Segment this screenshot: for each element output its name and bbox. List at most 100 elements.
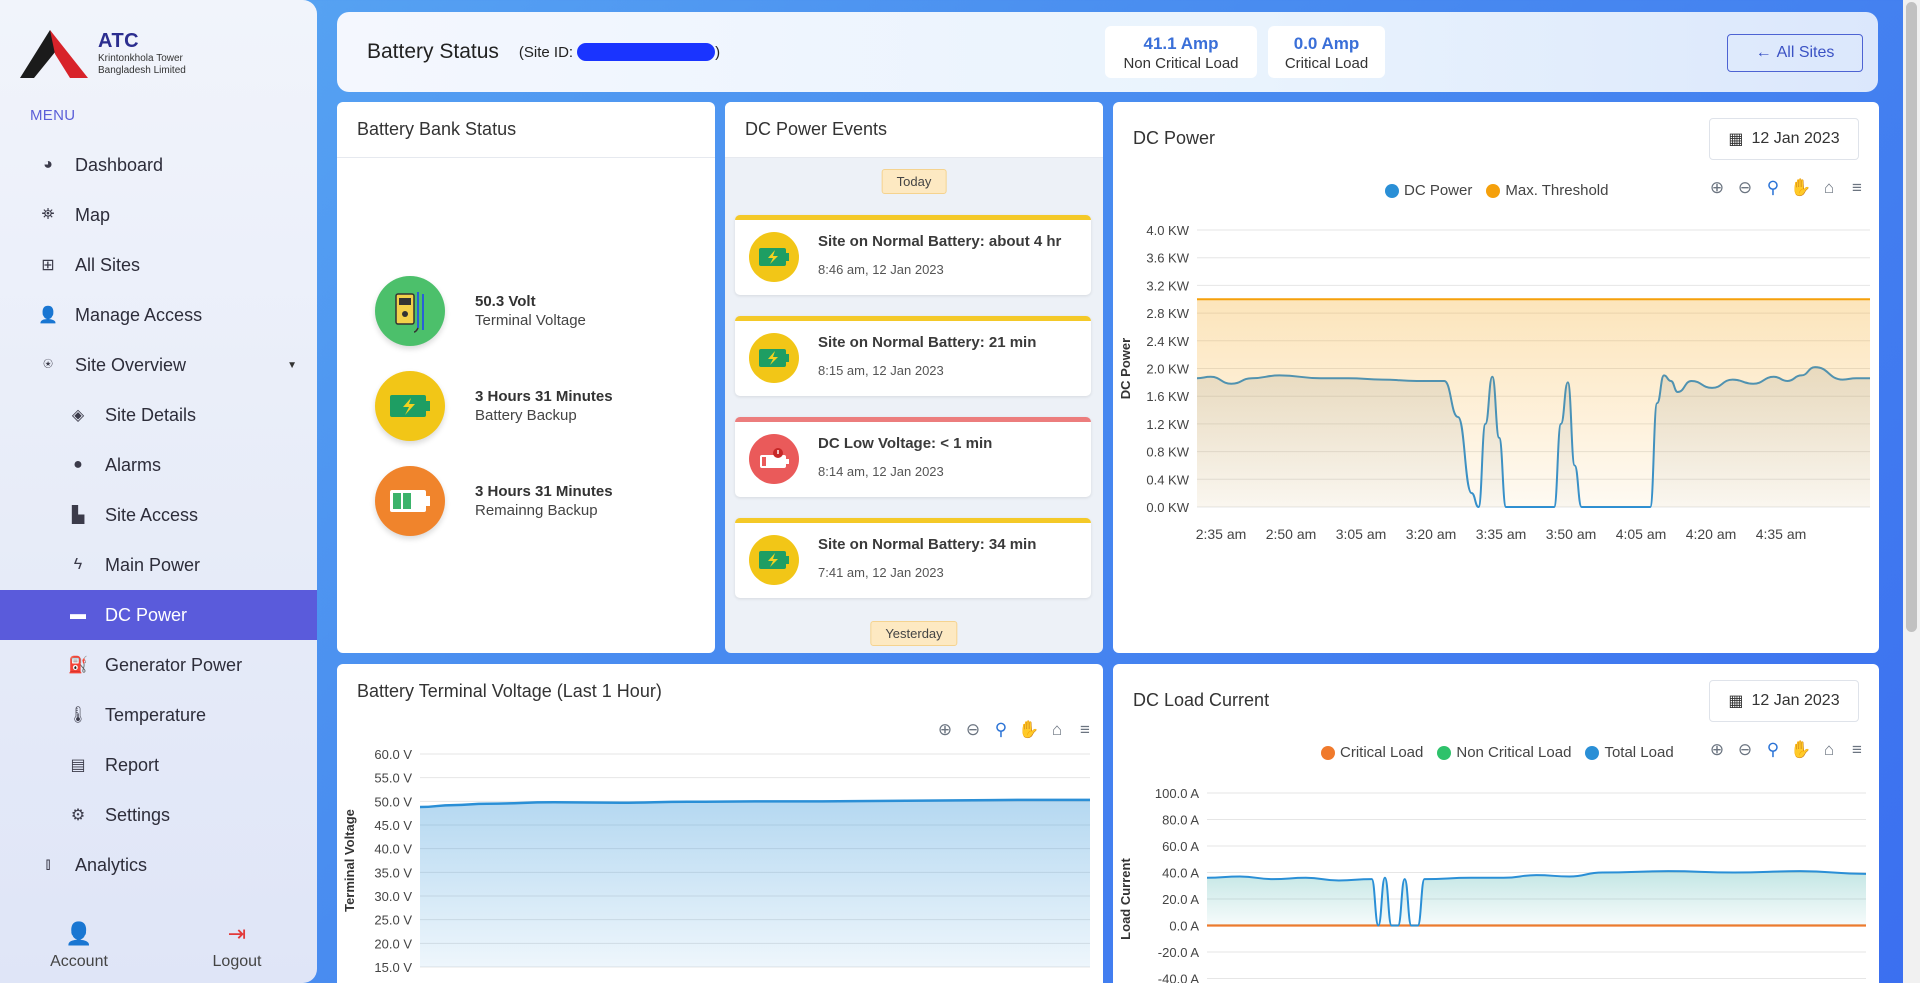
- y-tick-label: 15.0 V: [374, 960, 412, 975]
- y-axis-label: Terminal Voltage: [342, 809, 357, 912]
- sidebar-item-label: Dashboard: [75, 154, 164, 175]
- y-tick-label: 20.0 A: [1162, 892, 1199, 907]
- battery-charging-icon: [749, 333, 799, 383]
- y-tick-label: 55.0 V: [374, 771, 412, 786]
- sidebar-item-map[interactable]: ⛯ Map: [0, 190, 317, 240]
- logout-label: Logout: [212, 953, 262, 970]
- menu-label: MENU: [30, 107, 76, 124]
- critical-load-value: 0.0 Amp: [1293, 34, 1360, 53]
- sidebar-item-alarms[interactable]: ● Alarms: [0, 440, 317, 490]
- y-tick-label: 25.0 V: [374, 913, 412, 928]
- sidebar-item-dashboard[interactable]: ◕ Dashboard: [0, 140, 317, 190]
- y-tick-label: 4.0 KW: [1146, 223, 1189, 238]
- pie-chart-icon: ◕: [43, 156, 53, 173]
- battery-stat-value: 3 Hours 31 Minutes: [475, 483, 613, 500]
- event-card[interactable]: Site on Normal Battery: 34 min 7:41 am, 1…: [735, 518, 1091, 598]
- x-tick-label: 4:05 am: [1616, 526, 1667, 542]
- site-id-suffix: ): [715, 43, 721, 61]
- sidebar-item-label: Site Access: [105, 504, 199, 525]
- chart-line-icon: ⫾: [45, 856, 51, 873]
- user-icon: 👤: [65, 921, 93, 946]
- x-tick-label: 2:50 am: [1266, 526, 1317, 542]
- y-tick-label: 40.0 V: [374, 842, 412, 857]
- battery-level-icon: [375, 466, 445, 536]
- sidebar-item-site-details[interactable]: ◈ Site Details: [0, 390, 317, 440]
- logo-sub-1: Krintonkhola Tower: [98, 53, 183, 64]
- y-tick-label: 3.2 KW: [1146, 278, 1189, 293]
- sitemap-icon: ⊞: [41, 257, 55, 274]
- y-tick-label: 0.8 KW: [1146, 445, 1189, 460]
- battery-stat-value: 3 Hours 31 Minutes: [475, 388, 613, 405]
- non-critical-load-value: 41.1 Amp: [1143, 34, 1219, 53]
- sidebar-item-label: Generator Power: [105, 654, 243, 675]
- battery-stat-label: Terminal Voltage: [475, 312, 586, 329]
- sidebar-item-report[interactable]: ▤ Report: [0, 740, 317, 790]
- y-tick-label: -40.0 A: [1158, 972, 1200, 983]
- y-tick-label: -20.0 A: [1158, 945, 1200, 960]
- dc-power-panel: DC Power ▦ 12 Jan 2023 DC Power Max. Thre…: [1113, 102, 1879, 653]
- page-scrollbar[interactable]: [1903, 0, 1920, 983]
- load-current-chart: -60.0 A-40.0 A-20.0 A0.0 A20.0 A40.0 A60…: [1118, 786, 1867, 983]
- y-tick-label: 0.0 KW: [1146, 500, 1189, 515]
- x-tick-label: 3:35 am: [1476, 526, 1527, 542]
- all-sites-label: All Sites: [1776, 44, 1835, 61]
- x-tick-label: 4:20 am: [1686, 526, 1737, 542]
- sidebar-item-main-power[interactable]: ϟ Main Power: [0, 540, 317, 590]
- sidebar-item-site-access[interactable]: ▙ Site Access: [0, 490, 317, 540]
- logo-title: ATC: [98, 30, 140, 52]
- y-axis-label: DC Power: [1118, 338, 1133, 399]
- y-tick-label: 2.4 KW: [1146, 334, 1189, 349]
- sidebar-item-analytics[interactable]: ⫾ Analytics: [0, 840, 317, 890]
- x-tick-label: 3:50 am: [1546, 526, 1597, 542]
- event-card[interactable]: Site on Normal Battery: about 4 hr 8:46 a…: [735, 215, 1091, 295]
- y-tick-label: 1.6 KW: [1146, 389, 1189, 404]
- sidebar-item-generator-power[interactable]: ⛽ Generator Power: [0, 640, 317, 690]
- sidebar-item-label: Site Overview: [75, 354, 187, 375]
- event-time: 7:41 am, 12 Jan 2023: [818, 565, 944, 580]
- sidebar-item-all-sites[interactable]: ⊞ All Sites: [0, 240, 317, 290]
- event-title: Site on Normal Battery: 34 min: [818, 536, 1037, 553]
- battery-bank-title: Battery Bank Status: [337, 102, 715, 158]
- logout-button[interactable]: ⇥ Logout: [158, 921, 316, 971]
- sidebar-item-label: Manage Access: [75, 304, 203, 325]
- sidebar-item-temperature[interactable]: 🌡 Temperature: [0, 690, 317, 740]
- y-tick-label: 80.0 A: [1162, 813, 1199, 828]
- scrollbar-thumb[interactable]: [1906, 2, 1917, 632]
- battery-charging-icon: [749, 535, 799, 585]
- sidebar-item-label: Main Power: [105, 554, 201, 575]
- non-critical-load-card: 41.1 Amp Non Critical Load: [1105, 26, 1257, 78]
- logo-sub-2: Bangladesh Limited: [98, 65, 186, 76]
- sidebar-item-settings[interactable]: ⚙ Settings: [0, 790, 317, 840]
- today-label: Today: [881, 169, 947, 194]
- atc-logo-icon: [20, 28, 88, 78]
- door-icon: ▙: [71, 507, 85, 524]
- series-area: [1197, 299, 1870, 507]
- event-title: DC Low Voltage: < 1 min: [818, 435, 993, 452]
- sidebar: ATC Krintonkhola Tower Bangladesh Limite…: [0, 0, 317, 983]
- y-axis-label: Load Current: [1118, 858, 1133, 940]
- y-tick-label: 20.0 V: [374, 936, 412, 951]
- all-sites-button[interactable]: ← All Sites: [1727, 34, 1863, 72]
- sidebar-item-dc-power[interactable]: ▬ DC Power: [0, 590, 317, 640]
- x-tick-label: 4:35 am: [1756, 526, 1807, 542]
- sidebar-item-site-overview[interactable]: ⍟ Site Overview ▼: [0, 340, 317, 390]
- sidebar-item-manage-access[interactable]: 👤 Manage Access: [0, 290, 317, 340]
- logo[interactable]: ATC Krintonkhola Tower Bangladesh Limite…: [20, 28, 186, 78]
- y-tick-label: 60.0 V: [374, 747, 412, 762]
- dc-power-chart: 0.0 KW 0.4 KW 0.8 KW 1.2 KW 1.6 KW 2.0 KW 2.4 …: [1118, 223, 1870, 542]
- sidebar-bottom: 👤 Account ⇥ Logout: [0, 921, 317, 971]
- file-icon: ▤: [70, 757, 86, 774]
- event-card[interactable]: DC Low Voltage: < 1 min 8:14 am, 12 Jan 2…: [735, 417, 1091, 497]
- y-tick-label: 1.2 KW: [1146, 417, 1189, 432]
- yesterday-label: Yesterday: [870, 621, 958, 646]
- sidebar-nav: ◕ Dashboard ⛯ Map ⊞ All Sites 👤 Manage Access ⍟ S…: [0, 140, 317, 890]
- battery-stat-item: 3 Hours 31 Minutes Battery Backup: [375, 371, 613, 441]
- event-card[interactable]: Site on Normal Battery: 21 min 8:15 am, 1…: [735, 316, 1091, 396]
- tower-broadcast-icon: ⍟: [43, 356, 53, 373]
- battery-stat-label: Battery Backup: [475, 407, 577, 424]
- series-area: [1207, 871, 1866, 926]
- battery-low-icon: [749, 434, 799, 484]
- sidebar-item-label: Temperature: [105, 704, 207, 725]
- event-time: 8:15 am, 12 Jan 2023: [818, 363, 944, 378]
- account-button[interactable]: 👤 Account: [0, 921, 158, 971]
